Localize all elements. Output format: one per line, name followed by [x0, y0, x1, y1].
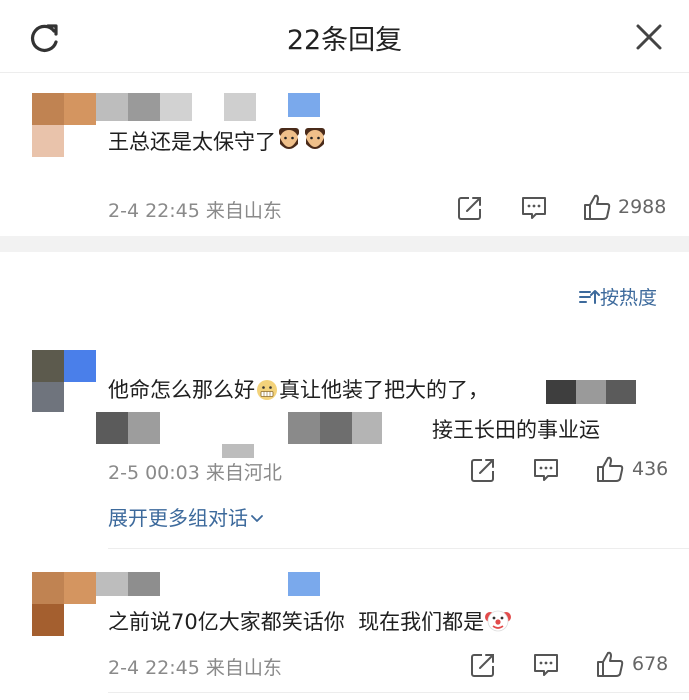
like-icon[interactable]: [582, 192, 612, 222]
comment-icon[interactable]: [531, 650, 561, 680]
like-count: 2988: [618, 196, 667, 218]
bearded-man-emoji: [279, 128, 299, 149]
sort-label: 按热度: [600, 287, 658, 309]
comment-text: 他命怎么那么好 真让他装了把大的了，: [108, 374, 489, 404]
section-divider: [0, 236, 689, 252]
reply-header: 22条回复: [0, 0, 689, 72]
page-title: 22条回复: [286, 25, 403, 56]
comment-time: 2-4 22:45: [108, 657, 200, 679]
share-icon[interactable]: [455, 193, 485, 223]
share-icon[interactable]: [468, 650, 498, 680]
expand-conversation-link[interactable]: 展开更多组对话: [108, 502, 264, 531]
like-count: 678: [632, 653, 669, 675]
like-count: 436: [632, 458, 669, 480]
comment-text-content: 之前说70亿大家都笑话你 现在我们都是: [108, 610, 485, 634]
comment-time: 2-4 22:45: [108, 200, 200, 222]
share-icon[interactable]: [468, 455, 498, 485]
sort-icon: [579, 290, 600, 304]
comment-text-part2: 真让他装了把大的了，: [279, 378, 489, 402]
comment-meta: 2-5 00:03 来自河北: [108, 458, 282, 485]
comment-text-content: 王总还是太保守了: [108, 130, 276, 154]
expand-label: 展开更多组对话: [108, 506, 248, 530]
comment-text-line2: 接王长田的事业运: [432, 418, 600, 442]
header-divider: [0, 72, 689, 73]
comment-location: 来自山东: [205, 200, 282, 222]
like-icon[interactable]: [595, 649, 625, 679]
like-icon[interactable]: [595, 454, 625, 484]
comment-time: 2-5 00:03: [108, 462, 200, 484]
bearded-man-emoji: [305, 128, 325, 149]
comment-icon[interactable]: [531, 455, 561, 485]
comment-text: 之前说70亿大家都笑话你 现在我们都是: [108, 606, 512, 636]
chevron-down-icon: [251, 515, 263, 522]
comment-location: 来自河北: [205, 462, 282, 484]
sort-by-hot-button[interactable]: 按热度: [578, 283, 657, 310]
close-icon[interactable]: [634, 22, 664, 52]
comment-meta: 2-4 22:45 来自山东: [108, 196, 282, 223]
comment-meta: 2-4 22:45 来自山东: [108, 653, 282, 680]
grimace-emoji: [257, 380, 277, 400]
comment-text: 王总还是太保守了: [108, 126, 328, 156]
comment-icon[interactable]: [519, 193, 549, 223]
comment-divider: [108, 692, 689, 693]
clown-emoji: [485, 610, 512, 632]
comment-location: 来自山东: [205, 657, 282, 679]
comment-text-part1: 他命怎么那么好: [108, 378, 255, 402]
comment-divider: [108, 548, 689, 549]
